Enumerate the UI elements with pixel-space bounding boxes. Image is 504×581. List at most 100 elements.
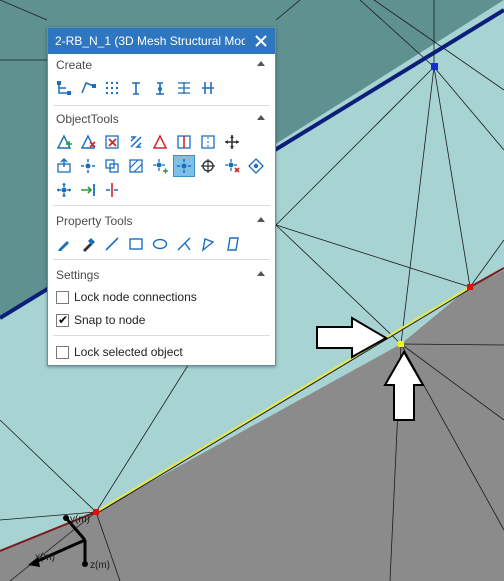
checkbox-box[interactable] [56, 291, 69, 304]
split-rect-button[interactable] [174, 132, 194, 152]
eyedropper-icon [80, 236, 96, 252]
spread-node-button[interactable] [54, 180, 74, 200]
collapse-create-icon[interactable] [257, 61, 265, 66]
panel-title: 2-RB_N_1 (3D Mesh Structural Mode... [55, 34, 245, 48]
lock-selected-object-label: Lock selected object [74, 345, 183, 359]
divider [53, 259, 270, 260]
add-triangle-button[interactable] [54, 132, 74, 152]
axis-y-label: y(m) [70, 514, 90, 525]
blue-node[interactable] [431, 63, 438, 70]
axis-x-label: x(m) [35, 552, 55, 563]
section-object-tools: ObjectTools [48, 109, 275, 129]
select-node-icon [176, 158, 192, 174]
lock-node-connections-label: Lock node connections [74, 290, 197, 304]
copy-node-button[interactable] [102, 156, 122, 176]
target-node-button[interactable] [198, 156, 218, 176]
polyline-node-button[interactable] [78, 78, 98, 98]
close-icon[interactable] [254, 34, 268, 48]
section-property-tools: Property Tools [48, 211, 275, 231]
polyline-node-icon [80, 80, 96, 96]
delete-element-button[interactable] [102, 132, 122, 152]
split-vertical-icon [104, 182, 120, 198]
delete-triangle-icon [80, 134, 96, 150]
merge-rect-button[interactable] [198, 132, 218, 152]
move-cross-button[interactable] [222, 132, 242, 152]
flip-edge-button[interactable] [126, 132, 146, 152]
collapse-object-tools-icon[interactable] [257, 115, 265, 120]
merge-rect-icon [200, 134, 216, 150]
pencil-button[interactable] [54, 234, 74, 254]
place-node-icon [128, 80, 144, 96]
section-object-tools-label: ObjectTools [56, 112, 119, 126]
delete-triangle-button[interactable] [78, 132, 98, 152]
triangle-outline-icon [152, 134, 168, 150]
mesh-tools-panel: 2-RB_N_1 (3D Mesh Structural Mode... Cre… [47, 27, 276, 366]
checkbox-box[interactable] [56, 346, 69, 359]
flip-edge-icon [128, 134, 144, 150]
import-node-icon [56, 158, 72, 174]
hatch-node-icon [128, 158, 144, 174]
move-node-button[interactable] [78, 156, 98, 176]
copy-node-icon [104, 158, 120, 174]
split-node-button[interactable] [198, 78, 218, 98]
section-settings-label: Settings [56, 268, 100, 282]
add-node-button[interactable] [150, 156, 170, 176]
grid-node-button[interactable] [246, 156, 266, 176]
line-button[interactable] [102, 234, 122, 254]
axis-z-label: z(m) [90, 560, 110, 571]
delete-element-icon [104, 134, 120, 150]
panel-titlebar[interactable]: 2-RB_N_1 (3D Mesh Structural Mode... [48, 28, 275, 54]
distribute-node-button[interactable] [174, 78, 194, 98]
triangle-outline-button[interactable] [150, 132, 170, 152]
remove-node-button[interactable] [222, 156, 242, 176]
import-node-button[interactable] [54, 156, 74, 176]
pencil-icon [56, 236, 72, 252]
place-node-button[interactable] [126, 78, 146, 98]
align-right-button[interactable] [78, 180, 98, 200]
collapse-property-tools-icon[interactable] [257, 217, 265, 222]
angle-line-button[interactable] [174, 234, 194, 254]
line-icon [104, 236, 120, 252]
node-grid-icon [104, 80, 120, 96]
node-tree-button[interactable] [54, 78, 74, 98]
snap-to-node-label: Snap to node [74, 313, 146, 327]
spread-node-icon [56, 182, 72, 198]
checkmark-icon: ✔ [58, 313, 69, 327]
snap-node-button[interactable] [150, 78, 170, 98]
yellow-selected-node[interactable] [398, 341, 404, 347]
section-property-tools-label: Property Tools [56, 214, 133, 228]
move-cross-icon [224, 134, 240, 150]
align-right-icon [80, 182, 96, 198]
parallelogram-icon [224, 236, 240, 252]
red-node-right[interactable] [467, 284, 473, 290]
lasso-icon [200, 236, 216, 252]
red-node-left[interactable] [93, 509, 99, 515]
ellipse-button[interactable] [150, 234, 170, 254]
eyedropper-button[interactable] [78, 234, 98, 254]
checkbox-box[interactable]: ✔ [56, 313, 69, 327]
ellipse-icon [152, 236, 168, 252]
add-triangle-icon [56, 134, 72, 150]
add-node-icon [152, 158, 168, 174]
rectangle-button[interactable] [126, 234, 146, 254]
split-vertical-button[interactable] [102, 180, 122, 200]
target-node-icon [200, 158, 216, 174]
section-create-label: Create [56, 58, 93, 72]
remove-node-icon [224, 158, 240, 174]
node-grid-button[interactable] [102, 78, 122, 98]
lasso-button[interactable] [198, 234, 218, 254]
distribute-node-icon [176, 80, 192, 96]
divider [53, 205, 270, 206]
divider [53, 105, 270, 106]
move-node-icon [80, 158, 96, 174]
collapse-settings-icon[interactable] [257, 271, 265, 276]
grid-node-icon [248, 158, 264, 174]
divider [53, 335, 270, 336]
snap-node-icon [152, 80, 168, 96]
select-node-button[interactable] [173, 155, 195, 177]
rectangle-icon [128, 236, 144, 252]
hatch-node-button[interactable] [126, 156, 146, 176]
split-rect-icon [176, 134, 192, 150]
parallelogram-button[interactable] [222, 234, 242, 254]
section-create: Create [48, 55, 275, 75]
